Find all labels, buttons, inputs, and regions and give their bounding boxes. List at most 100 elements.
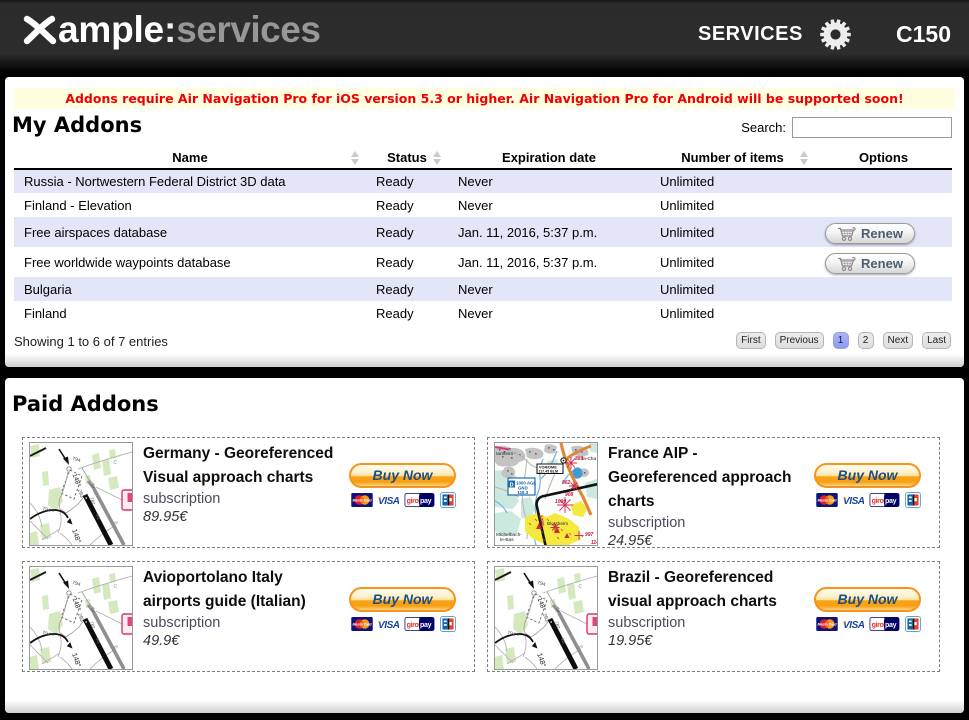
payment-methods: MasterCard VISA giro pay (814, 492, 921, 508)
card-purchase-area: Buy Now MasterCard VISA giro pay (814, 587, 921, 632)
svg-text:la-Cha: la-Cha (582, 456, 596, 462)
paid-addon-card: 794 C 148° 293 04 782 411 E 148° 794 Bra… (487, 561, 940, 672)
column-header-name[interactable]: Name (14, 147, 366, 169)
svg-text:VISA: VISA (378, 620, 399, 630)
paid-addons-cards: 794 C 148° 293 04 782 411 E 148° 794 Ger… (22, 437, 940, 672)
table-row: Free worldwide waypoints databaseReadyJa… (14, 247, 952, 277)
svg-text:114: 114 (591, 540, 597, 545)
addon-options-cell: Renew (815, 217, 952, 247)
svg-text:1000: 1000 (555, 499, 566, 505)
visa-icon: VISA (378, 495, 399, 506)
table-body: Russia - Nortwestern Federal District 3D… (14, 169, 952, 325)
giropay-icon: giro pay (404, 617, 435, 631)
addon-subscription-type: subscription (608, 614, 804, 632)
logo-text-suffix: services (176, 13, 320, 47)
pagination-page-1-button[interactable]: 1 (833, 332, 849, 349)
addon-expiration-cell: Jan. 11, 2016, 5:37 p.m. (448, 247, 650, 277)
paid-addon-card: 794 C 148° 293 04 782 411 E 148° 794 Ger… (22, 437, 475, 548)
addon-price: 24.95€ (608, 532, 804, 550)
addons-table: Name Status Expiration date Number of it… (14, 147, 952, 325)
column-header-options[interactable]: Options (815, 147, 952, 169)
svg-text:pay: pay (420, 497, 432, 505)
buy-now-button[interactable]: Buy Now (349, 587, 456, 612)
card-text: Brazil - Georeferenced visual approach c… (608, 566, 804, 650)
addon-items-cell: Unlimited (650, 247, 815, 277)
addon-status-cell: Ready (366, 301, 448, 325)
addon-status-cell: Ready (366, 193, 448, 217)
mastercard-icon: MasterCard (351, 617, 373, 631)
svg-text:Blotzheim: Blotzheim (547, 521, 568, 527)
settings-gear-icon[interactable] (820, 19, 851, 50)
buy-now-button[interactable]: Buy Now (814, 587, 921, 612)
pagination-last-button[interactable]: Last (922, 332, 951, 349)
table-row: Russia - Nortwestern Federal District 3D… (14, 169, 952, 193)
pagination-page-2-button[interactable]: 2 (858, 332, 874, 349)
addon-options-cell (815, 193, 952, 217)
addon-status-cell: Ready (366, 217, 448, 247)
ec-electronic-cash-icon (440, 492, 456, 508)
svg-text:D: D (510, 482, 514, 488)
logo-x-icon (23, 13, 57, 47)
svg-text:VISA: VISA (378, 496, 399, 506)
card-text: France AIP - Georeferenced approach char… (608, 442, 804, 550)
visa-icon: VISA (843, 619, 864, 630)
account-label[interactable]: C150 (896, 21, 951, 48)
card-purchase-area: Buy Now MasterCard VISA giro pay (814, 463, 921, 508)
svg-text:giro: giro (872, 621, 885, 629)
pagination-first-button[interactable]: First (736, 332, 765, 349)
svg-text:giro: giro (407, 621, 420, 629)
table-footer: Showing 1 to 6 of 7 entries First Previo… (14, 332, 951, 352)
addon-chart-thumbnail: 794 C 148° 293 04 782 411 E 148° 794 (29, 442, 133, 546)
card-text: Germany - Georeferenced Visual approach … (143, 442, 339, 526)
addon-name-cell: Bulgaria (14, 277, 366, 301)
addon-options-cell (815, 169, 952, 193)
visa-icon: VISA (843, 495, 864, 506)
buy-now-button[interactable]: Buy Now (349, 463, 456, 488)
svg-text:pay: pay (420, 621, 432, 629)
ec-electronic-cash-icon (440, 616, 456, 632)
column-header-items[interactable]: Number of items (650, 147, 815, 169)
addon-options-cell (815, 301, 952, 325)
paid-addon-card: 794 C 148° 293 04 782 411 E 148° 794 Avi… (22, 561, 475, 672)
column-header-label: Expiration date (502, 150, 596, 165)
table-row: FinlandReadyNeverUnlimited (14, 301, 952, 325)
addon-name-cell: Free airspaces database (14, 217, 366, 247)
giropay-icon: giro pay (869, 617, 900, 631)
addon-name-cell: Finland - Elevation (14, 193, 366, 217)
svg-text:VISA: VISA (843, 496, 864, 506)
paid-addon-card: 889 862 908 1000 997 114 1098 tanheim la… (487, 437, 940, 548)
svg-text:pay: pay (885, 497, 897, 505)
addon-status-cell: Ready (366, 247, 448, 277)
column-header-label: Options (859, 150, 908, 165)
column-header-status[interactable]: Status (366, 147, 448, 169)
addon-name-cell: Free worldwide waypoints database (14, 247, 366, 277)
buy-now-button[interactable]: Buy Now (814, 463, 921, 488)
addon-expiration-cell: Never (448, 301, 650, 325)
addon-expiration-cell: Never (448, 277, 650, 301)
column-header-label: Status (387, 150, 427, 165)
addon-expiration-cell: Never (448, 193, 650, 217)
logo[interactable]: ample:services (23, 13, 320, 47)
card-purchase-area: Buy Now MasterCard VISA giro pay (349, 463, 456, 508)
addon-items-cell: Unlimited (650, 169, 815, 193)
addon-subscription-type: subscription (143, 614, 339, 632)
svg-text:le-Bas: le-Bas (500, 537, 514, 543)
mastercard-icon: MasterCard (816, 617, 838, 631)
search-label: Search: (741, 120, 786, 135)
nav-services-link[interactable]: SERVICES (698, 23, 803, 46)
search-input[interactable] (792, 117, 952, 138)
addon-items-cell: Unlimited (650, 193, 815, 217)
column-header-expiration[interactable]: Expiration date (448, 147, 650, 169)
svg-text:MasterCard: MasterCard (353, 622, 373, 626)
cart-icon (837, 256, 856, 272)
svg-text:giro: giro (872, 497, 885, 505)
renew-button[interactable]: Renew (825, 253, 915, 274)
addon-title: Brazil - Georeferenced visual approach c… (608, 566, 804, 614)
payment-methods: MasterCard VISA giro pay (349, 492, 456, 508)
card-purchase-area: Buy Now MasterCard VISA giro pay (349, 587, 456, 632)
pagination-previous-button[interactable]: Previous (775, 332, 824, 349)
addon-chart-thumbnail: 794 C 148° 293 04 782 411 E 148° 794 (494, 566, 598, 670)
renew-button[interactable]: Renew (825, 223, 915, 244)
pagination-next-button[interactable]: Next (883, 332, 914, 349)
table-header-row: Name Status Expiration date Number of it… (14, 147, 952, 169)
